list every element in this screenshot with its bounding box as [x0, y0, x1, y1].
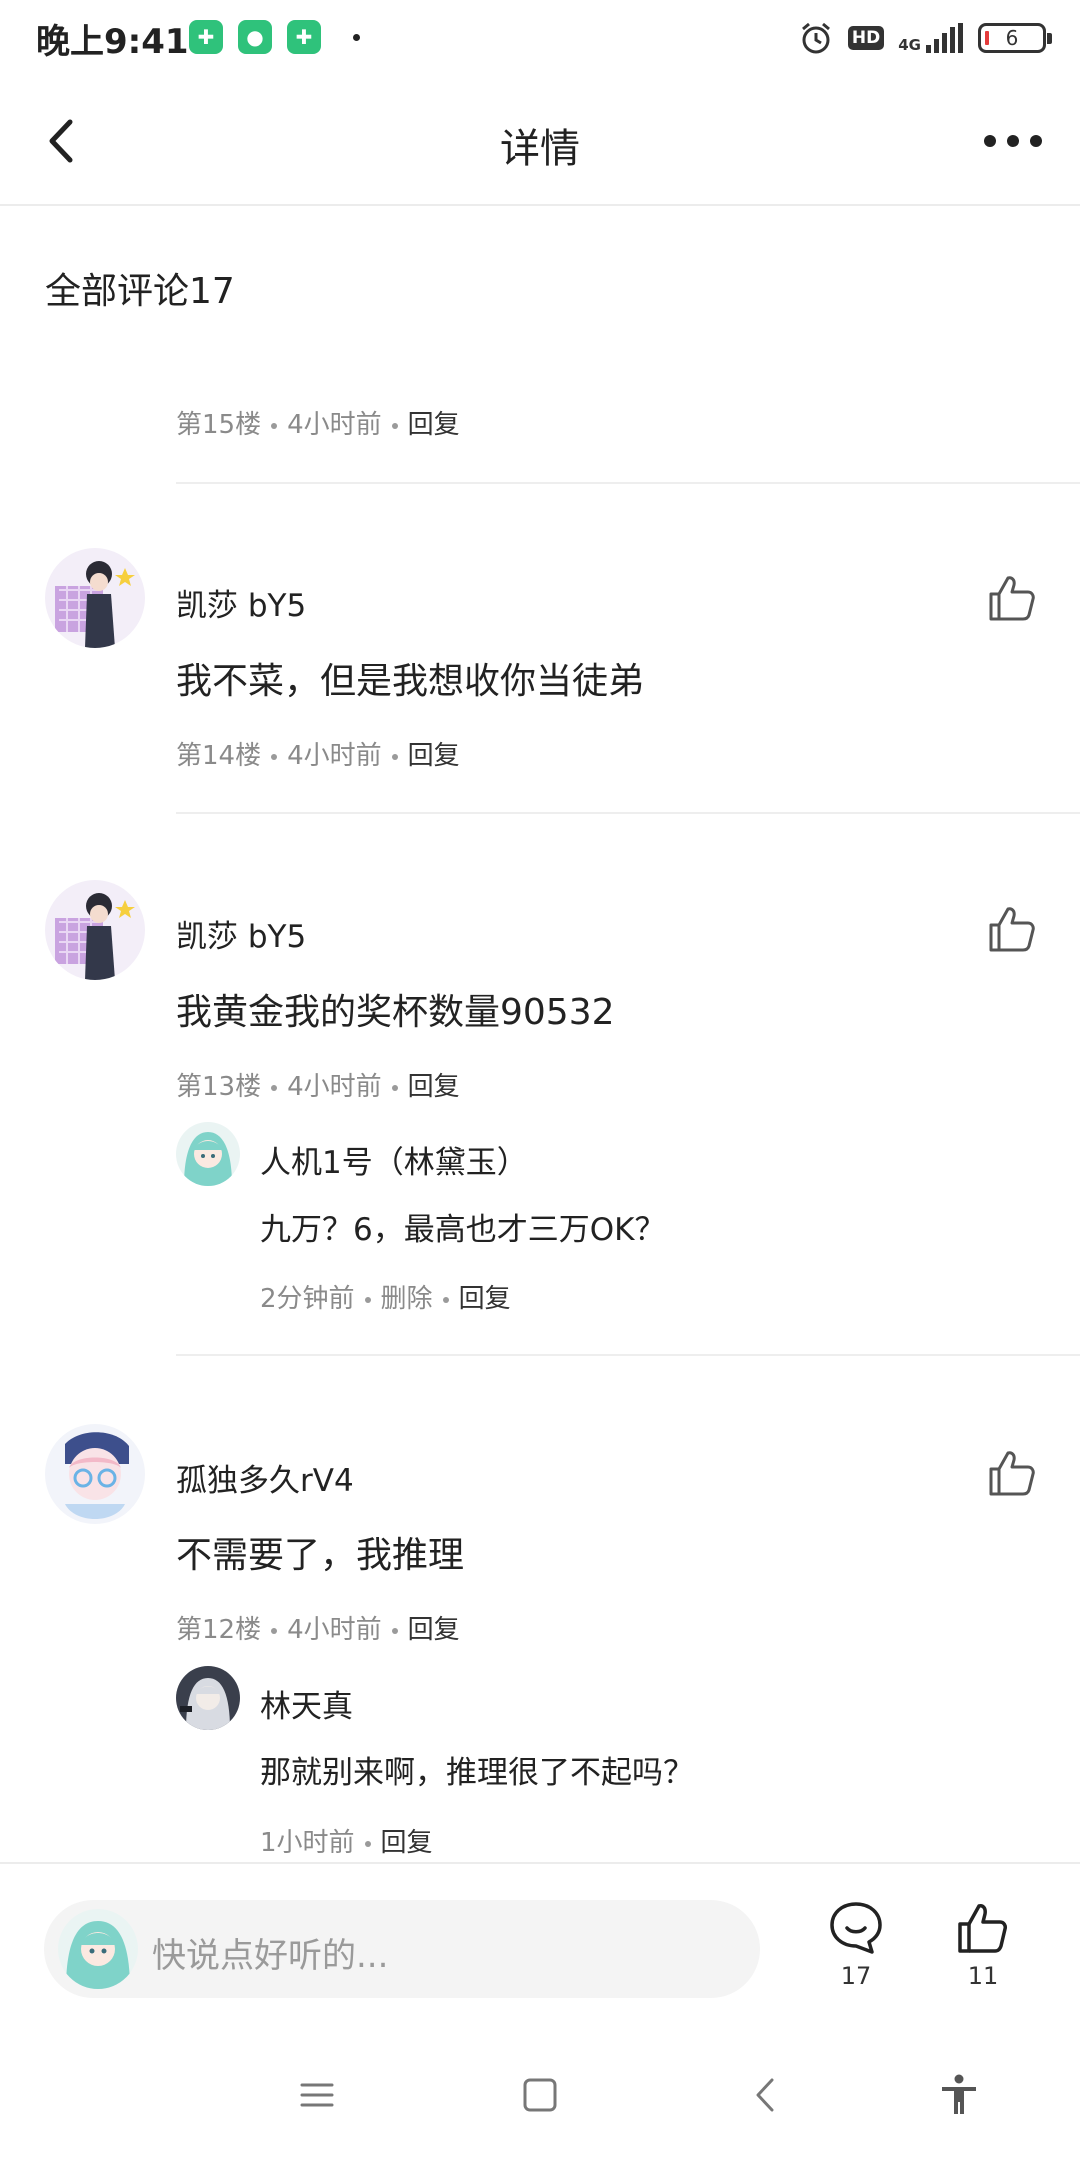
- network-label: 4G: [898, 36, 921, 54]
- like-button[interactable]: [986, 572, 1038, 624]
- system-back-button[interactable]: [742, 2070, 792, 2120]
- sub-reply-avatar[interactable]: [176, 1122, 240, 1186]
- divider: [176, 1354, 1080, 1356]
- thumbs-up-icon: [989, 576, 1035, 621]
- delete-link[interactable]: 删除: [381, 1284, 433, 1314]
- comment-input[interactable]: 快说点好听的...: [44, 1900, 760, 1998]
- like-count: 11: [967, 1962, 999, 1990]
- menu-button[interactable]: [292, 2070, 342, 2120]
- comment-content: 我黄金我的奖杯数量90532: [176, 992, 615, 1033]
- comment-username[interactable]: 孤独多久rV4: [176, 1455, 354, 1500]
- shield-app-icon: ✚: [189, 20, 223, 54]
- home-button[interactable]: [515, 2070, 565, 2120]
- time-label: 1小时前: [260, 1828, 355, 1858]
- comment-meta: 第15楼 4小时前 回复: [176, 404, 460, 441]
- wechat-icon: ●: [238, 20, 272, 54]
- top-nav-bar: 详情: [0, 76, 1080, 206]
- menu-icon: [300, 2083, 334, 2107]
- comment-input-bar: 快说点好听的... 17 11: [0, 1862, 1080, 2030]
- time-label: 2分钟前: [260, 1284, 355, 1314]
- reply-link[interactable]: 回复: [459, 1284, 511, 1314]
- more-icon-dot: [1030, 135, 1042, 147]
- floor-label: 第15楼: [176, 410, 262, 440]
- sub-reply-content: 那就别来啊，推理很了不起吗？: [260, 1755, 694, 1791]
- my-avatar: [58, 1909, 138, 1989]
- reply-link[interactable]: 回复: [381, 1828, 433, 1858]
- avatar[interactable]: [45, 880, 145, 980]
- sub-reply-content: 九万？6，最高也才三万OK？: [260, 1212, 666, 1248]
- comment-meta: 第12楼 4小时前 回复: [176, 1609, 460, 1646]
- battery-icon: 6: [978, 23, 1052, 53]
- reply-link[interactable]: 回复: [408, 1072, 460, 1102]
- comment-meta: 第14楼 4小时前 回复: [176, 735, 460, 772]
- floor-label: 第13楼: [176, 1072, 262, 1102]
- separator-dot: [391, 753, 398, 760]
- like-button[interactable]: [986, 1447, 1038, 1499]
- thumbs-up-icon: [989, 1451, 1035, 1496]
- sub-reply-username[interactable]: 人机1号（林黛玉）: [260, 1137, 528, 1182]
- floor-label: 第12楼: [176, 1615, 262, 1645]
- status-time: 晚上9:41: [36, 22, 189, 62]
- comment-count-button[interactable]: 17: [811, 1900, 901, 1990]
- like-count-button[interactable]: 11: [938, 1900, 1028, 1990]
- comment-meta: 第13楼 4小时前 回复: [176, 1066, 460, 1103]
- avatar[interactable]: [45, 548, 145, 648]
- avatar[interactable]: [45, 1424, 145, 1524]
- comments-count-header: 全部评论17: [45, 271, 235, 312]
- separator-dot: [271, 753, 278, 760]
- thumbs-up-icon: [958, 1904, 1007, 1953]
- home-square-icon: [523, 2078, 557, 2112]
- signal-icon: [926, 23, 963, 53]
- sub-reply-avatar[interactable]: [176, 1666, 240, 1730]
- divider: [176, 812, 1080, 814]
- separator-dot: [391, 422, 398, 429]
- accessibility-icon: [942, 2074, 976, 2114]
- status-right-group: HD 4G 6: [798, 16, 1052, 60]
- divider: [176, 482, 1080, 484]
- input-placeholder: 快说点好听的...: [152, 1936, 389, 1976]
- status-bar: 晚上9:41 ✚ ● ✚ HD 4G 6: [0, 0, 1080, 76]
- alarm-icon: [801, 22, 830, 54]
- comment-username[interactable]: 凯莎 bY5: [176, 911, 306, 956]
- reply-link[interactable]: 回复: [408, 410, 460, 440]
- sub-reply-meta: 2分钟前 删除 回复: [260, 1278, 511, 1315]
- shield-app-icon-2: ✚: [287, 20, 321, 54]
- floor-label: 第14楼: [176, 741, 262, 771]
- sub-reply-username[interactable]: 林天真: [260, 1681, 353, 1726]
- comment-content: 我不菜，但是我想收你当徒弟: [176, 661, 645, 702]
- separator-dot: [271, 422, 278, 429]
- separator-dot: [364, 1840, 371, 1847]
- separator-dot: [271, 1084, 278, 1091]
- more-icon-dot: [984, 135, 996, 147]
- separator-dot: [391, 1084, 398, 1091]
- separator-dot: [391, 1627, 398, 1634]
- like-button[interactable]: [986, 903, 1038, 955]
- more-button[interactable]: [978, 116, 1048, 166]
- time-label: 4小时前: [287, 1615, 382, 1645]
- time-label: 4小时前: [287, 1072, 382, 1102]
- separator-dot: [271, 1627, 278, 1634]
- signal-group: 4G: [898, 23, 964, 53]
- comment-username[interactable]: 凯莎 bY5: [176, 580, 306, 625]
- separator-dot: [364, 1296, 371, 1303]
- comment-bubble-icon: [830, 1902, 882, 1954]
- notification-dot-icon: [353, 34, 360, 41]
- accessibility-button[interactable]: [934, 2070, 984, 2120]
- time-label: 4小时前: [287, 741, 382, 771]
- sub-reply-meta: 1小时前 回复: [260, 1822, 433, 1859]
- system-nav-bar: [0, 2030, 1080, 2160]
- chevron-left-icon: [756, 2078, 774, 2112]
- reply-link[interactable]: 回复: [408, 1615, 460, 1645]
- hd-badge: HD: [847, 26, 885, 50]
- more-icon-dot: [1007, 135, 1019, 147]
- reply-link[interactable]: 回复: [408, 741, 460, 771]
- time-label: 4小时前: [287, 410, 382, 440]
- separator-dot: [442, 1296, 449, 1303]
- comment-count: 17: [840, 1962, 872, 1990]
- page-title: 详情: [500, 126, 580, 172]
- comment-content: 不需要了，我推理: [176, 1535, 465, 1576]
- thumbs-up-icon: [989, 907, 1035, 952]
